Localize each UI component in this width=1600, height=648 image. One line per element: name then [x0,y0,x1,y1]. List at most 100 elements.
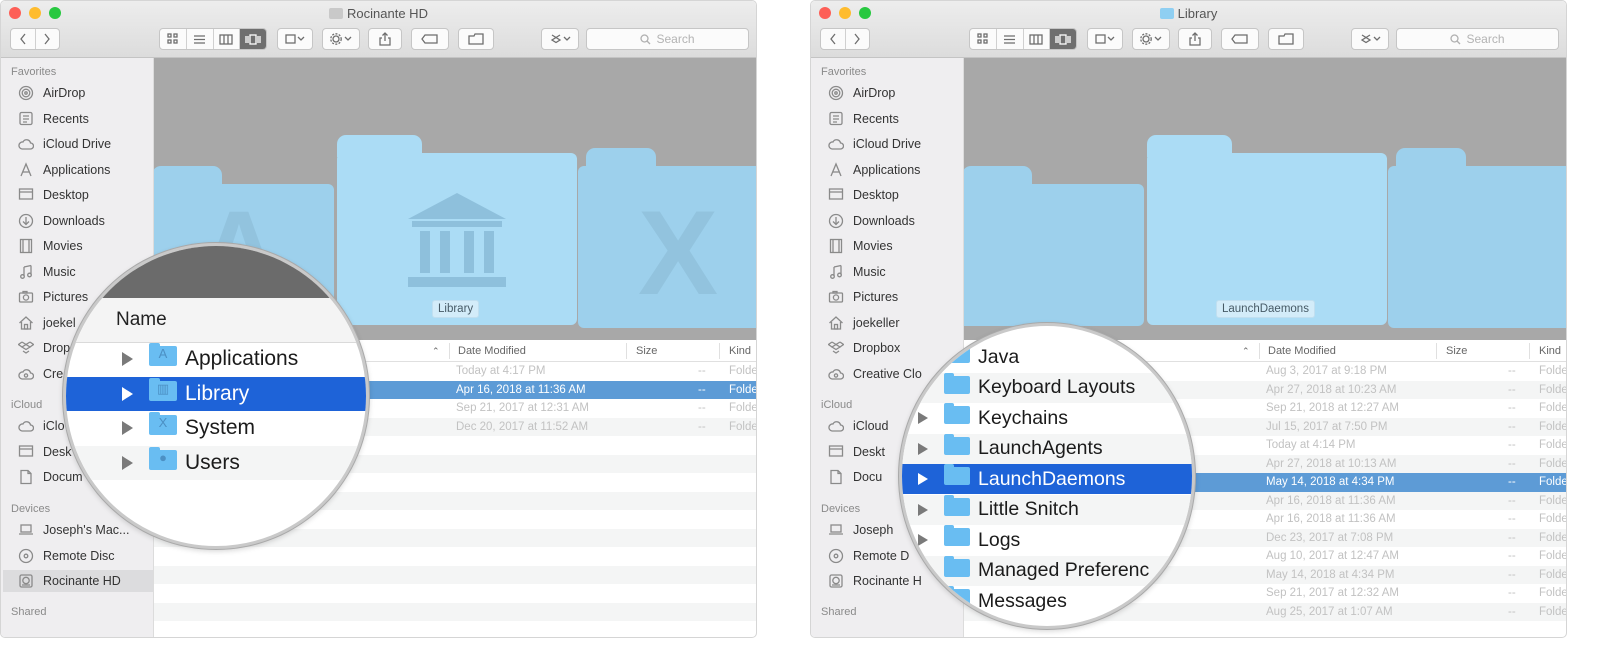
folder-icon: A [149,343,177,366]
coverflow-folder-next[interactable] [1388,148,1566,328]
disclosure-triangle-icon[interactable] [918,534,928,546]
finder-window-rocinante: Rocinante HD Search Favorites AirDrop Re… [0,0,757,638]
search-field[interactable]: Search [586,28,749,50]
search-field[interactable]: Search [1396,28,1559,50]
column-view-button[interactable] [214,29,241,49]
action-button[interactable] [322,28,360,50]
sort-ascending-icon[interactable]: ⌃ [1242,346,1250,357]
columns-icon [219,33,234,45]
sidebar-item-favorites-2[interactable]: iCloud Drive [17,133,153,155]
sidebar-item-favorites-7[interactable]: Music [827,261,963,283]
magnified-row[interactable]: Managed Preferenc [902,555,1192,586]
forward-button[interactable] [846,29,870,49]
magnified-row[interactable]: LaunchDaemons [902,464,1192,494]
share-button[interactable] [368,28,402,50]
airdrop-icon [827,85,844,101]
disclosure-triangle-icon[interactable] [122,421,133,435]
size-cell: -- [1508,513,1516,525]
grid-icon [167,33,178,44]
disclosure-triangle-icon[interactable] [918,473,928,485]
cover-flow-button[interactable] [240,29,266,49]
date-cell: May 14, 2018 at 4:34 PM [1266,568,1395,581]
magnified-row[interactable]: LaunchAgents [902,433,1192,464]
sidebar-item-favorites-0[interactable]: AirDrop [17,82,153,104]
sidebar-item-devices-1[interactable]: Remote Disc [17,545,153,567]
column-header-date[interactable]: Date Modified [1268,345,1336,357]
magnified-row[interactable]: Logs [902,525,1192,555]
magnified-row[interactable]: ▥ Library [66,376,366,411]
magnified-row[interactable]: X System [66,411,366,445]
size-cell: -- [1508,420,1516,433]
tags-button[interactable] [1221,28,1259,50]
tags-button[interactable] [411,28,449,50]
column-view-button[interactable] [1024,29,1051,49]
magnified-row[interactable]: Little Snitch [902,494,1192,525]
sidebar-item-favorites-3[interactable]: Applications [827,159,963,181]
column-header-size[interactable]: Size [636,345,657,357]
list-view-button[interactable] [997,29,1024,49]
column-header-date[interactable]: Date Modified [458,345,526,357]
disclosure-triangle-icon[interactable] [918,564,928,577]
disclosure-triangle-icon[interactable] [122,352,133,366]
coverflow-folder-previous[interactable] [964,166,1144,326]
back-button[interactable] [821,29,846,49]
magnified-row[interactable]: Keychains [902,403,1192,433]
sidebar-item-favorites-1[interactable]: Recents [17,108,153,130]
music-icon [827,264,844,279]
sidebar-item-favorites-1[interactable]: Recents [827,108,963,130]
sidebar-item-label: joekeller [853,315,900,330]
sidebar-section-favorites: Favorites [11,66,57,78]
new-folder-button[interactable] [1268,28,1304,50]
share-button[interactable] [1178,28,1212,50]
group-button[interactable] [1087,28,1123,50]
sidebar-item-favorites-0[interactable]: AirDrop [827,82,963,104]
sort-ascending-icon[interactable]: ⌃ [432,346,440,357]
list-view-button[interactable] [187,29,214,49]
creative-cloud-icon [17,366,34,381]
coverflow-folder-launchdaemons[interactable] [1147,135,1387,325]
cover-flow-button[interactable] [1050,29,1076,49]
disclosure-triangle-icon[interactable] [122,386,133,401]
document-icon [827,469,844,485]
column-header-kind[interactable]: Kind [1539,345,1561,357]
coverflow-folder-system[interactable]: X [578,148,756,328]
disclosure-triangle-icon[interactable] [918,412,928,424]
disclosure-triangle-icon[interactable] [918,442,928,455]
dropbox-button[interactable] [541,28,579,50]
sidebar-item-favorites-4[interactable]: Desktop [17,184,153,206]
size-cell: -- [1508,365,1516,377]
back-button[interactable] [11,29,36,49]
disclosure-triangle-icon[interactable] [122,455,133,470]
magnified-row[interactable]: Java [902,342,1192,372]
group-button[interactable] [277,28,313,50]
new-folder-button[interactable] [458,28,494,50]
sidebar-item-favorites-5[interactable]: Downloads [827,210,963,232]
magnified-row[interactable]: A Applications [66,342,366,376]
sidebar-item-favorites-8[interactable]: Pictures [827,286,963,308]
sidebar-item-devices-2[interactable]: Rocinante HD [3,570,153,592]
column-header-kind[interactable]: Kind [729,345,751,357]
icon-view-button[interactable] [970,29,997,49]
magnified-row[interactable]: ● Users [66,445,366,480]
sidebar-item-favorites-4[interactable]: Desktop [827,184,963,206]
column-header-size[interactable]: Size [1446,345,1467,357]
sidebar-item-favorites-2[interactable]: iCloud Drive [827,133,963,155]
date-cell: Apr 16, 2018 at 11:36 AM [1266,513,1396,525]
icon-view-button[interactable] [160,29,187,49]
sidebar-item-favorites-9[interactable]: joekeller [827,312,963,334]
magnified-row[interactable]: Messages [902,586,1192,616]
forward-button[interactable] [36,29,60,49]
coverflow-folder-library[interactable] [337,135,577,325]
sidebar-item-favorites-6[interactable]: Movies [827,235,963,257]
date-cell: Apr 16, 2018 at 11:36 AM [456,383,586,396]
sidebar-item-favorites-5[interactable]: Downloads [17,210,153,232]
disclosure-triangle-icon[interactable] [918,381,928,394]
action-button[interactable] [1132,28,1170,50]
dropbox-button[interactable] [1351,28,1389,50]
disclosure-triangle-icon[interactable] [918,503,928,516]
magnified-row[interactable]: Keyboard Layouts [902,372,1192,403]
magnifier-callout: Java Keyboard Layouts Keychains LaunchAg… [899,323,1195,629]
movies-icon [17,238,34,254]
sidebar-item-favorites-3[interactable]: Applications [17,159,153,181]
name-column-header[interactable]: Name [66,298,366,343]
